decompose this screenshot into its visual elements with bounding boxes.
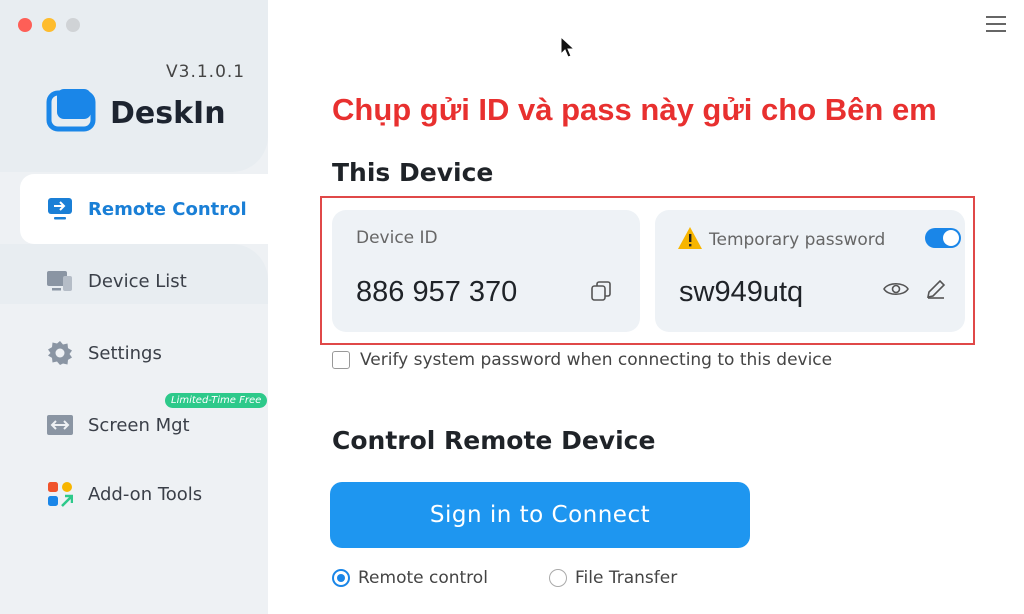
mode-label: File Transfer	[575, 568, 678, 588]
grid-apps-icon	[46, 480, 74, 508]
mouse-cursor-icon	[560, 35, 576, 62]
app-name: DeskIn	[110, 95, 226, 131]
verify-label: Verify system password when connecting t…	[360, 350, 833, 370]
mode-file-transfer[interactable]: File Transfer	[549, 568, 677, 588]
verify-checkbox[interactable]	[332, 351, 350, 369]
sidebar-item-label: Device List	[88, 270, 187, 292]
screen-manage-icon	[46, 411, 74, 439]
sidebar-item-label: Remote Control	[88, 198, 247, 220]
sidebar-item-add-on-tools[interactable]: Add-on Tools	[20, 459, 268, 529]
hamburger-menu-icon[interactable]	[986, 16, 1006, 37]
sidebar-item-remote-control[interactable]: Remote Control	[20, 174, 268, 244]
sign-in-to-connect-button[interactable]: Sign in to Connect	[330, 482, 750, 548]
gear-icon	[46, 339, 74, 367]
window-controls	[18, 18, 80, 32]
file-transfer-radio[interactable]	[549, 569, 567, 587]
zoom-window-button[interactable]	[66, 18, 80, 32]
mode-remote-control[interactable]: Remote control	[332, 568, 488, 588]
close-window-button[interactable]	[18, 18, 32, 32]
annotation-highlight-box	[320, 196, 975, 345]
app-version: V3.1.0.1	[166, 62, 246, 82]
this-device-heading: This Device	[332, 158, 494, 187]
sidebar-item-label: Add-on Tools	[88, 483, 203, 505]
remote-control-radio[interactable]	[332, 569, 350, 587]
monitor-arrow-icon	[46, 195, 74, 223]
devices-icon	[46, 267, 74, 295]
sidebar-item-device-list[interactable]: Device List	[20, 246, 268, 316]
sidebar-item-label: Screen Mgt	[88, 414, 190, 436]
control-remote-heading: Control Remote Device	[332, 426, 656, 455]
annotation-text: Chụp gửi ID và pass này gửi cho Bên em	[332, 92, 937, 127]
mode-label: Remote control	[358, 568, 488, 588]
minimize-window-button[interactable]	[42, 18, 56, 32]
sidebar-item-settings[interactable]: Settings	[20, 318, 268, 388]
sidebar-item-label: Settings	[88, 342, 162, 364]
deskin-logo-icon	[46, 86, 100, 140]
verify-password-option[interactable]: Verify system password when connecting t…	[332, 350, 832, 370]
limited-time-badge: Limited-Time Free	[165, 393, 268, 408]
app-logo: DeskIn	[46, 86, 226, 140]
sidebar: V3.1.0.1 DeskIn Remote Control Device Li…	[0, 0, 268, 614]
